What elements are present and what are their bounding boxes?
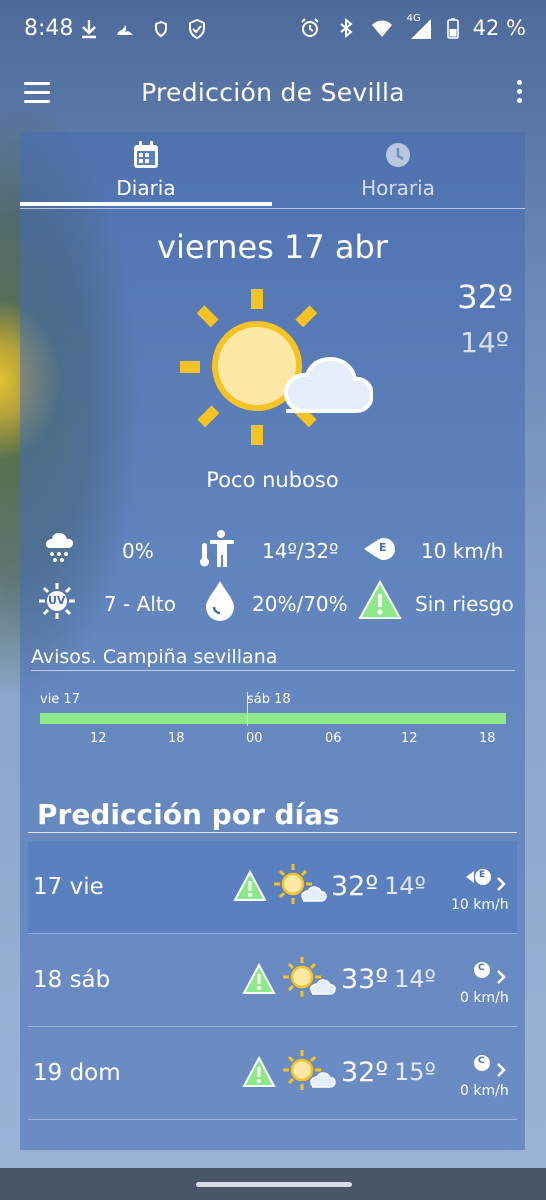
humidity-drop-icon (206, 581, 234, 621)
chevron-right-icon (497, 970, 506, 984)
day-separator (247, 692, 248, 726)
bluetooth-icon (340, 17, 353, 39)
weather-description: Poco nuboso (206, 468, 339, 492)
active-tab-indicator (20, 202, 272, 206)
thermal-sensation: 14º/32º (262, 539, 339, 563)
temp-min: 14º (460, 326, 509, 359)
day-name: 17 vie (33, 874, 104, 900)
signal-icon: 4G (407, 13, 433, 39)
uv-label: UV (48, 594, 66, 607)
calm-wind-icon: C (472, 1053, 492, 1073)
daily-forecast-title: Predicción por días (37, 798, 340, 831)
sun-cloud-icon (283, 1050, 336, 1090)
forecast-date: viernes 17 abr (157, 228, 388, 266)
clock-icon (386, 143, 410, 167)
alarm-icon (300, 18, 319, 37)
thermal-sensation-icon (200, 530, 234, 567)
warning-green-icon (242, 963, 276, 994)
shield-check-icon (189, 18, 205, 40)
chevron-right-icon (497, 877, 506, 891)
calm-wind-icon: C (472, 960, 492, 980)
wind-speed: 10 km/h (421, 539, 504, 563)
warning-green-icon (233, 870, 267, 901)
tab-horaria-label: Horaria (361, 176, 435, 200)
timeline-hour: 06 (325, 731, 342, 746)
navigation-bar (0, 1168, 546, 1200)
day-temp-max: 32º (331, 871, 379, 902)
wind-direction-letter: C (478, 963, 485, 973)
battery-percent: 42 % (472, 16, 526, 40)
timeline-day-label: sáb 18 (247, 692, 291, 707)
status-bar: 8:48 4G 42 % (0, 0, 546, 62)
warnings-divider (31, 670, 515, 671)
day-wind-speed: 0 km/h (460, 990, 509, 1006)
rain-cloud-icon (46, 533, 73, 562)
app-bar: Predicción de Sevilla (0, 62, 546, 126)
rain-probability: 0% (122, 539, 154, 563)
humidity: 20%/70% (252, 592, 348, 616)
tab-diaria-label: Diaria (116, 176, 176, 200)
day-temp-min: 14º (384, 872, 426, 900)
sun-cloud-icon (274, 864, 327, 904)
temp-max: 32º (457, 278, 513, 316)
warning-level-bar (40, 713, 506, 724)
tab-bar: Diaria Horaria (20, 132, 525, 209)
tab-horaria[interactable]: Horaria (272, 132, 524, 208)
wifi-icon (371, 20, 392, 37)
santander-icon (117, 25, 133, 35)
warning-green-icon (358, 580, 402, 619)
shield-small-icon (155, 20, 167, 38)
day-wind-speed: 10 km/h (451, 897, 509, 913)
timeline-day-label: vie 17 (40, 692, 80, 707)
wind-direction-letter: E (479, 870, 486, 880)
day-name: 19 dom (33, 1060, 121, 1086)
day-row-17[interactable]: 17 vie 32º 14º E 10 km/h (28, 841, 517, 934)
day-wind-speed: 0 km/h (460, 1083, 509, 1099)
day-temp-max: 33º (341, 964, 389, 995)
timeline-hour: 18 (168, 731, 185, 746)
sun-cloud-icon (180, 289, 373, 445)
day-row-19[interactable]: 19 dom 32º 15º C 0 km/h (28, 1027, 517, 1120)
tab-diaria[interactable]: Diaria (20, 132, 272, 208)
day-temp-min: 14º (394, 965, 436, 993)
daily-forecast-divider (28, 832, 517, 833)
timeline-hour: 00 (246, 731, 263, 746)
wind-direction-letter: E (379, 541, 387, 554)
calendar-icon (134, 141, 158, 168)
timeline-hour: 12 (90, 731, 107, 746)
page-title: Predicción de Sevilla (141, 78, 405, 107)
home-gesture-handle[interactable] (196, 1182, 352, 1187)
notification-icons (78, 18, 208, 40)
system-icons: 4G 42 % (299, 13, 526, 40)
day-name: 18 sáb (33, 967, 111, 993)
warning-green-icon (242, 1056, 276, 1087)
day-temp-min: 15º (394, 1058, 436, 1086)
more-options-button[interactable] (514, 80, 524, 108)
forecast-card: Diaria Horaria viernes 17 abr 32º 14º Po… (20, 132, 525, 1150)
battery-icon (446, 18, 459, 39)
wind-direction-icon: E (464, 867, 492, 887)
timeline-hour: 12 (401, 731, 418, 746)
status-time: 8:48 (24, 16, 74, 41)
uv-index: 7 - Alto (104, 592, 176, 616)
timeline-hour: 18 (479, 731, 496, 746)
sun-cloud-icon (283, 957, 336, 997)
day-temp-max: 32º (341, 1057, 389, 1088)
risk-level: Sin riesgo (415, 592, 514, 616)
wind-direction-letter: C (478, 1056, 485, 1066)
chevron-right-icon (497, 1063, 506, 1077)
day-row-partial[interactable] (28, 1120, 517, 1150)
download-icon (82, 20, 96, 39)
uv-icon: UV (38, 582, 76, 620)
warnings-title: Avisos. Campiña sevillana (31, 646, 278, 668)
day-row-18[interactable]: 18 sáb 33º 14º C 0 km/h (28, 934, 517, 1027)
wind-direction-icon: E (362, 537, 398, 561)
